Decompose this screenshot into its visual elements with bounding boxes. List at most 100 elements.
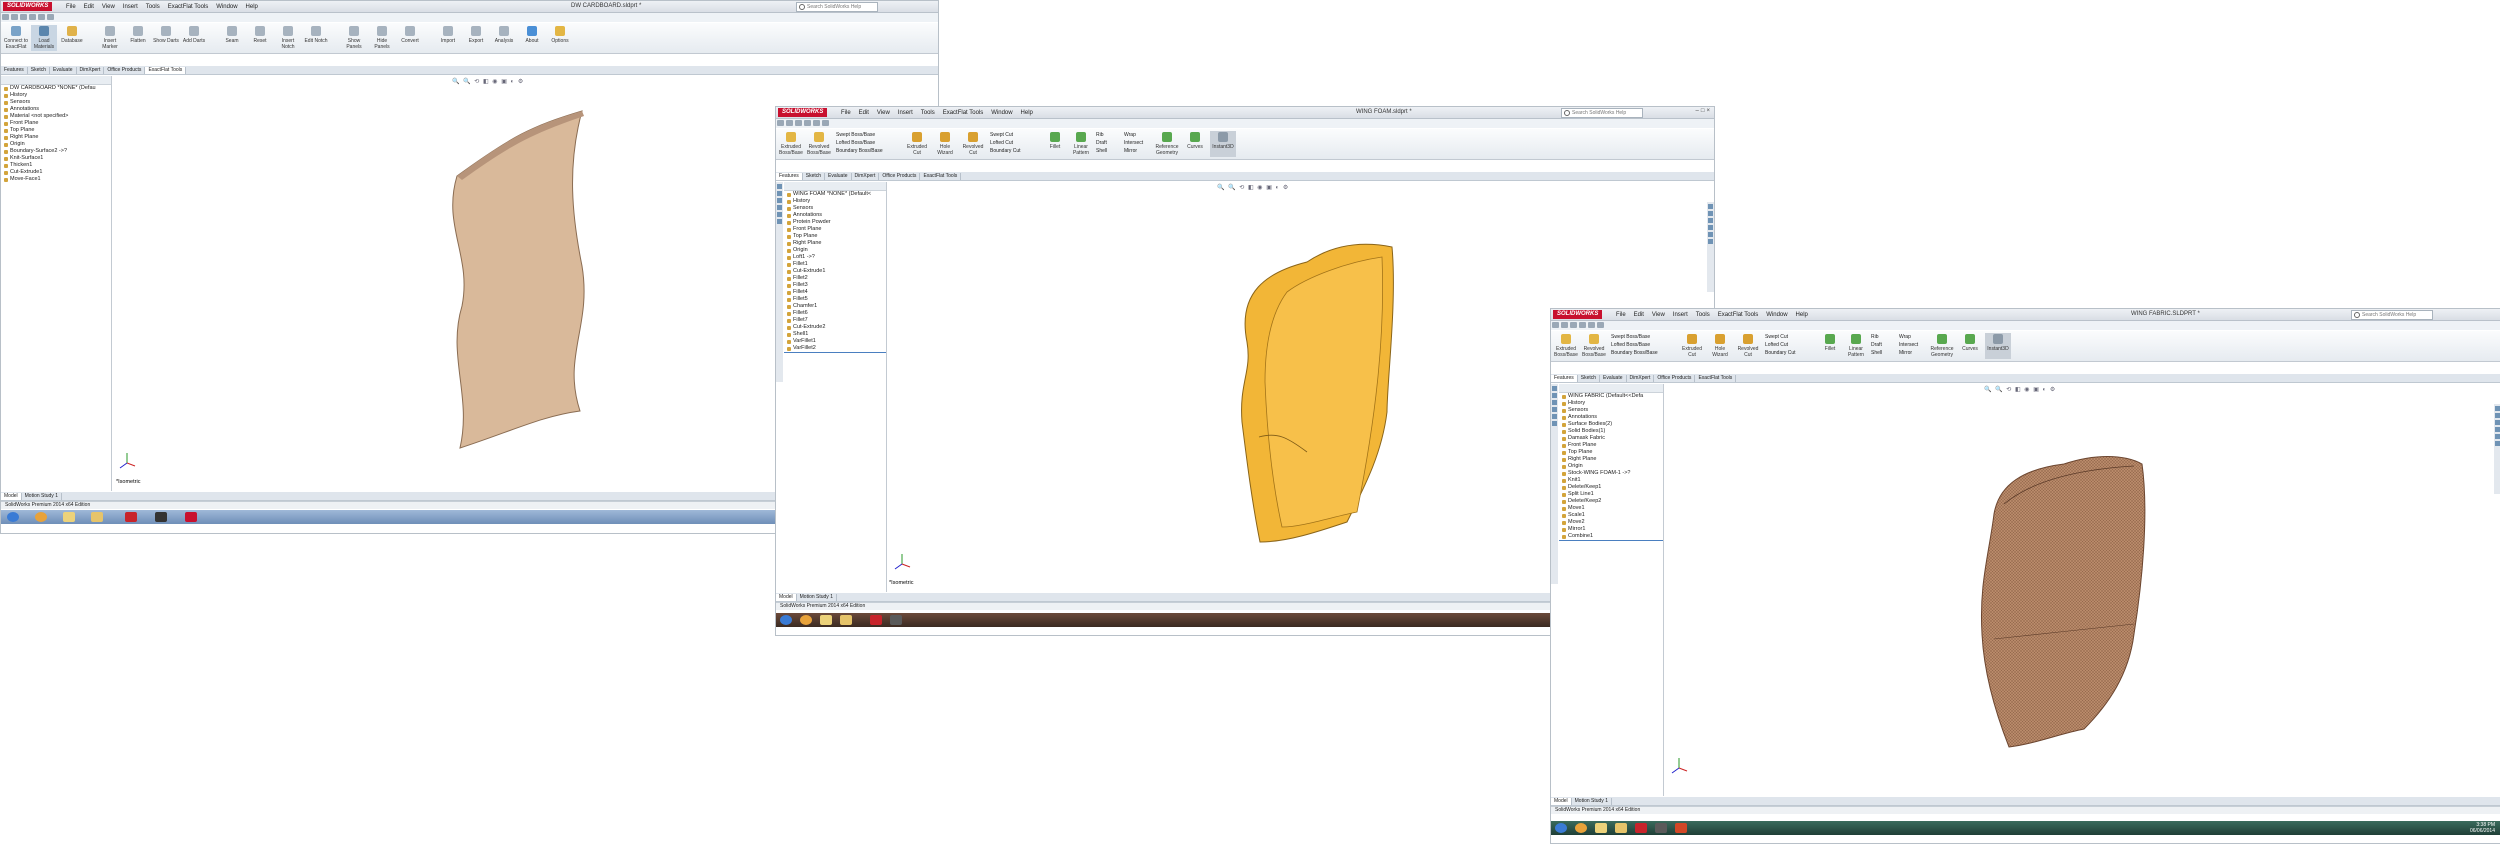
undo-icon[interactable] <box>38 14 45 20</box>
library-icon[interactable] <box>1708 218 1713 223</box>
boundary-boss-button[interactable]: Boundary Boss/Base <box>1611 349 1658 357</box>
tab-exactflat-tools[interactable]: ExactFlat Tools <box>1695 375 1737 382</box>
tree-item[interactable]: Fillet5 <box>784 296 886 303</box>
tab-evaluate[interactable]: Evaluate <box>825 173 852 180</box>
swept-boss-button[interactable]: Swept Boss/Base <box>1611 333 1658 341</box>
tree-item[interactable]: History <box>1559 400 1663 407</box>
extruded-cut-button[interactable]: Extruded Cut <box>1679 333 1705 359</box>
undo-icon[interactable] <box>1588 322 1595 328</box>
media-icon[interactable] <box>1655 823 1667 833</box>
menu-file[interactable]: File <box>838 108 854 119</box>
tree-item[interactable]: Knit-Surface1 <box>1 155 111 162</box>
lofted-cut-button[interactable]: Lofted Cut <box>990 139 1021 147</box>
menu-file[interactable]: File <box>1613 310 1629 321</box>
tree-item[interactable]: Combine1 <box>1559 533 1663 541</box>
tool-icon[interactable] <box>777 219 782 224</box>
file-explorer-icon[interactable] <box>1708 225 1713 230</box>
menu-edit[interactable]: Edit <box>81 2 97 13</box>
ribbon-button[interactable]: Options <box>547 25 573 51</box>
explorer-icon[interactable] <box>63 512 75 522</box>
menu-view[interactable]: View <box>874 108 893 119</box>
extruded-boss-button[interactable]: Extruded Boss/Base <box>778 131 804 157</box>
tree-item[interactable]: Shell1 <box>784 331 886 338</box>
tree-item[interactable]: Scale1 <box>1559 512 1663 519</box>
menu-edit[interactable]: Edit <box>856 108 872 119</box>
tree-item[interactable]: VarFillet2 <box>784 345 886 353</box>
tree-item[interactable]: Delete/Keep2 <box>1559 498 1663 505</box>
open-icon[interactable] <box>11 14 18 20</box>
tree-item[interactable]: Move1 <box>1559 505 1663 512</box>
print-icon[interactable] <box>1579 322 1586 328</box>
menu-window[interactable]: Window <box>1763 310 1790 321</box>
draft-button[interactable]: Draft <box>1871 341 1882 349</box>
folder-icon[interactable] <box>91 512 103 522</box>
reference-geometry-button[interactable]: Reference Geometry <box>1154 131 1180 157</box>
tree-item[interactable]: Top Plane <box>1 127 111 134</box>
ribbon-button[interactable]: About <box>519 25 545 51</box>
file-explorer-icon[interactable] <box>2495 427 2500 432</box>
tab-dimxpert[interactable]: DimXpert <box>77 67 105 74</box>
boundary-boss-button[interactable]: Boundary Boss/Base <box>836 147 883 155</box>
start-icon[interactable] <box>1555 823 1567 833</box>
ribbon-button[interactable]: Reset <box>247 25 273 51</box>
tree-item[interactable]: Right Plane <box>1559 456 1663 463</box>
ribbon-button[interactable]: Convert <box>397 25 423 51</box>
rebuild-icon[interactable] <box>1597 322 1604 328</box>
tab-sketch[interactable]: Sketch <box>28 67 51 74</box>
tab-office-products[interactable]: Office Products <box>104 67 146 74</box>
tool-icon[interactable] <box>1552 414 1557 419</box>
intersect-button[interactable]: Intersect <box>1899 341 1918 349</box>
tree-item[interactable]: Cut-Extrude1 <box>784 268 886 275</box>
tab-motion-study[interactable]: Motion Study 1 <box>1572 798 1612 805</box>
tree-item[interactable]: Annotations <box>784 212 886 219</box>
ribbon-button[interactable]: Connect to ExactFlat <box>3 25 29 51</box>
tree-item[interactable]: Protein Powder <box>784 219 886 226</box>
mirror-button[interactable]: Mirror <box>1124 147 1143 155</box>
tab-model[interactable]: Model <box>776 594 797 601</box>
ribbon-button[interactable]: Insert Marker <box>97 25 123 51</box>
tree-item[interactable]: DW CARDBOARD *NONE* (Defau <box>1 85 111 92</box>
pdf-icon[interactable] <box>125 512 137 522</box>
menu-tools[interactable]: Tools <box>1693 310 1713 321</box>
open-icon[interactable] <box>786 120 793 126</box>
revolved-boss-button[interactable]: Revolved Boss/Base <box>1581 333 1607 359</box>
media-icon[interactable] <box>890 615 902 625</box>
tree-item[interactable]: Fillet6 <box>784 310 886 317</box>
extruded-boss-button[interactable]: Extruded Boss/Base <box>1553 333 1579 359</box>
fillet-button[interactable]: Fillet <box>1817 333 1843 359</box>
start-icon[interactable] <box>780 615 792 625</box>
undo-icon[interactable] <box>813 120 820 126</box>
tree-item[interactable]: WING FABRIC (Default<<Defa <box>1559 393 1663 400</box>
new-icon[interactable] <box>2 14 9 20</box>
ribbon-button[interactable]: Seam <box>219 25 245 51</box>
instant3d-button[interactable]: Instant3D <box>1210 131 1236 157</box>
tab-evaluate[interactable]: Evaluate <box>1600 375 1627 382</box>
tool-icon[interactable] <box>777 191 782 196</box>
revolved-boss-button[interactable]: Revolved Boss/Base <box>806 131 832 157</box>
help-search-input[interactable]: Search SolidWorks Help <box>796 2 878 12</box>
window-controls[interactable]: –□× <box>1696 108 1712 114</box>
media-icon[interactable] <box>155 512 167 522</box>
ribbon-button[interactable]: Show Darts <box>153 25 179 51</box>
rebuild-icon[interactable] <box>47 14 54 20</box>
appearances-icon[interactable] <box>2495 434 2500 439</box>
lofted-boss-button[interactable]: Lofted Boss/Base <box>836 139 883 147</box>
ribbon-button[interactable]: Import <box>435 25 461 51</box>
tab-sketch[interactable]: Sketch <box>1578 375 1601 382</box>
tab-office-products[interactable]: Office Products <box>879 173 921 180</box>
tree-item[interactable]: Top Plane <box>1559 449 1663 456</box>
menu-file[interactable]: File <box>63 2 79 13</box>
menu-exactflat-tools[interactable]: ExactFlat Tools <box>940 108 987 119</box>
ribbon-button[interactable]: Database <box>59 25 85 51</box>
rib-button[interactable]: Rib <box>1096 131 1107 139</box>
tool-icon[interactable] <box>777 212 782 217</box>
menu-help[interactable]: Help <box>1018 108 1036 119</box>
ribbon-button[interactable]: Add Darts <box>181 25 207 51</box>
tool-icon[interactable] <box>1552 407 1557 412</box>
save-icon[interactable] <box>20 14 27 20</box>
explorer-icon[interactable] <box>1595 823 1607 833</box>
menu-exactflat-tools[interactable]: ExactFlat Tools <box>165 2 212 13</box>
instant3d-button[interactable]: Instant3D <box>1985 333 2011 359</box>
tree-item[interactable]: Surface Bodies(2) <box>1559 421 1663 428</box>
tree-item[interactable]: Right Plane <box>784 240 886 247</box>
